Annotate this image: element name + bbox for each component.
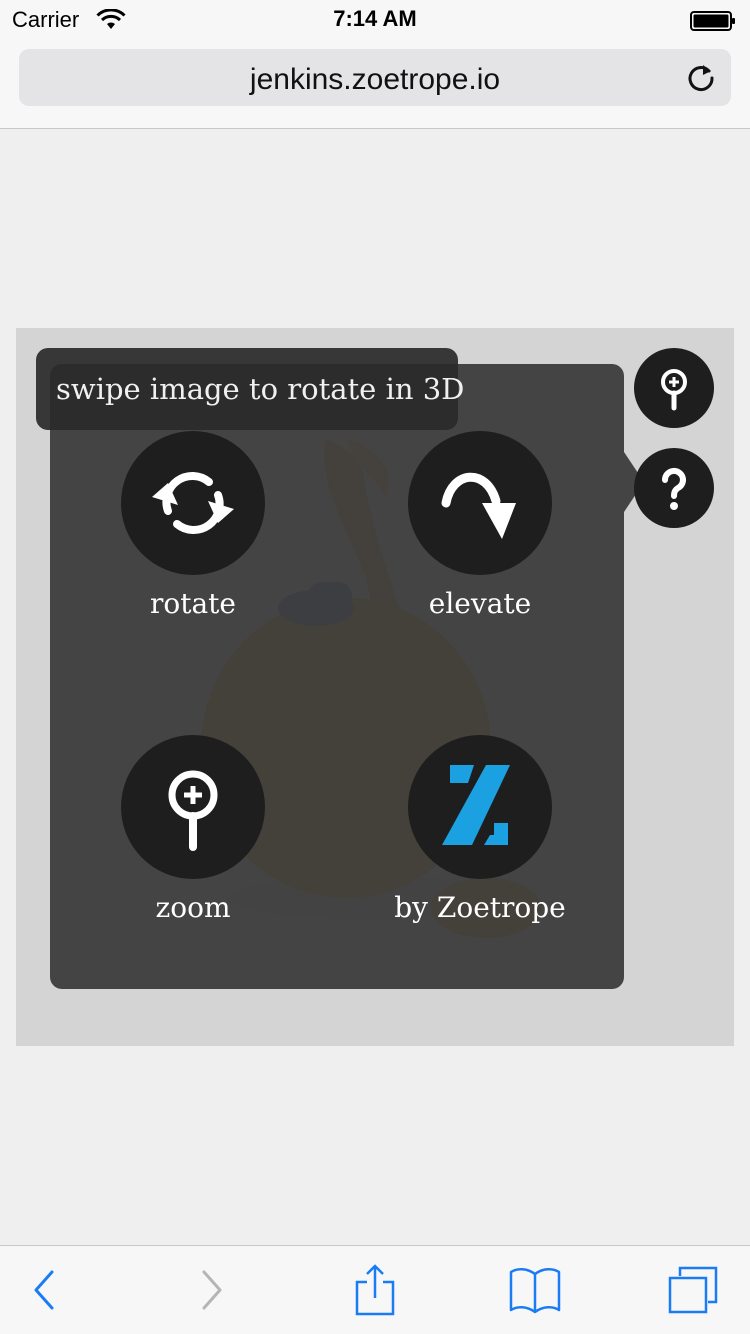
elevate-icon bbox=[441, 472, 516, 539]
browser-toolbar bbox=[0, 1245, 750, 1334]
tooltip: swipe image to rotate in 3D bbox=[36, 348, 464, 430]
back-button[interactable] bbox=[14, 1264, 74, 1316]
elevate-feature[interactable]: elevate bbox=[380, 431, 580, 620]
bookmarks-icon bbox=[509, 1268, 561, 1314]
zoetrope-label: by Zoetrope bbox=[394, 891, 566, 924]
zoetrope-feature[interactable]: by Zoetrope bbox=[380, 735, 580, 924]
battery-icon bbox=[690, 11, 735, 31]
rotate-label: rotate bbox=[149, 587, 236, 620]
elevate-label: elevate bbox=[428, 587, 532, 620]
share-button[interactable] bbox=[345, 1264, 405, 1316]
zoetrope-viewer[interactable]: rotate elevate zoom by Zoetrope swipe im… bbox=[16, 328, 734, 1046]
page-content: rotate elevate zoom by Zoetrope swipe im… bbox=[0, 130, 750, 1245]
rotate-feature[interactable]: rotate bbox=[93, 431, 293, 620]
bookmarks-button[interactable] bbox=[505, 1264, 565, 1316]
share-icon bbox=[355, 1264, 395, 1316]
zoetrope-button[interactable] bbox=[408, 735, 552, 879]
forward-icon bbox=[202, 1270, 222, 1310]
browser-address-bar: jenkins.zoetrope.io bbox=[0, 40, 750, 129]
rotate-button[interactable] bbox=[121, 431, 265, 575]
elevate-button[interactable] bbox=[408, 431, 552, 575]
forward-button[interactable] bbox=[180, 1264, 240, 1316]
status-bar: Carrier 7:14 AM bbox=[0, 0, 750, 40]
rotate-icon bbox=[152, 472, 234, 534]
zoom-button[interactable] bbox=[121, 735, 265, 879]
zoom-feature[interactable]: zoom bbox=[93, 735, 293, 924]
zoom-icon bbox=[168, 770, 218, 851]
help-icon bbox=[661, 467, 686, 510]
back-icon bbox=[34, 1270, 54, 1310]
zoom-icon bbox=[661, 369, 687, 411]
tooltip-text: swipe image to rotate in 3D bbox=[56, 372, 465, 406]
help-panel: rotate elevate zoom by Zoetrope bbox=[50, 364, 624, 989]
help-side-button[interactable] bbox=[634, 448, 714, 528]
clock: 7:14 AM bbox=[333, 6, 417, 31]
tabs-button[interactable] bbox=[664, 1264, 724, 1316]
zoom-side-button[interactable] bbox=[634, 348, 714, 428]
url-field[interactable]: jenkins.zoetrope.io bbox=[19, 49, 731, 106]
zoetrope-logo bbox=[442, 765, 510, 845]
zoom-label: zoom bbox=[155, 891, 231, 924]
url-text[interactable]: jenkins.zoetrope.io bbox=[19, 63, 731, 97]
tabs-icon bbox=[668, 1266, 718, 1314]
reload-icon[interactable] bbox=[685, 62, 717, 94]
